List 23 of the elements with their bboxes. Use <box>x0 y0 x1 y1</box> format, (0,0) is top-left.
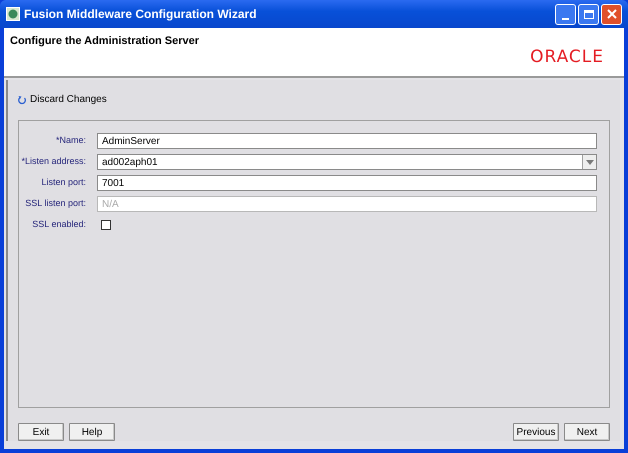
field-label: *Listen address: <box>20 155 87 168</box>
wizard-button[interactable]: Previous <box>513 423 559 441</box>
close-button[interactable] <box>601 4 622 24</box>
page-heading: Configure the Administration Server <box>10 34 200 49</box>
field-label: Listen port: <box>40 176 87 190</box>
close-icon <box>606 9 616 19</box>
maximize-button[interactable] <box>578 4 599 24</box>
field-label: *Name: <box>54 134 87 148</box>
discard-changes-button[interactable]: Discard Changes <box>18 92 107 107</box>
minimize-button[interactable] <box>555 4 576 24</box>
input-field[interactable]: AdminServer <box>97 133 597 149</box>
wizard-button[interactable]: Exit <box>18 423 64 441</box>
refresh-icon <box>18 94 27 104</box>
checkbox[interactable] <box>101 220 111 230</box>
dropdown-field[interactable]: ad002aph01 <box>97 154 597 170</box>
app-icon <box>6 7 20 21</box>
oracle-logo: ORACLE <box>530 46 604 69</box>
window-title: Fusion Middleware Configuration Wizard <box>24 6 258 23</box>
field-label: SSL enabled: <box>31 218 87 232</box>
input-field[interactable]: 7001 <box>97 175 597 191</box>
field-label: SSL listen port: <box>24 197 87 210</box>
wizard-button[interactable]: Help <box>69 423 115 441</box>
wizard-button[interactable]: Next <box>564 423 610 441</box>
